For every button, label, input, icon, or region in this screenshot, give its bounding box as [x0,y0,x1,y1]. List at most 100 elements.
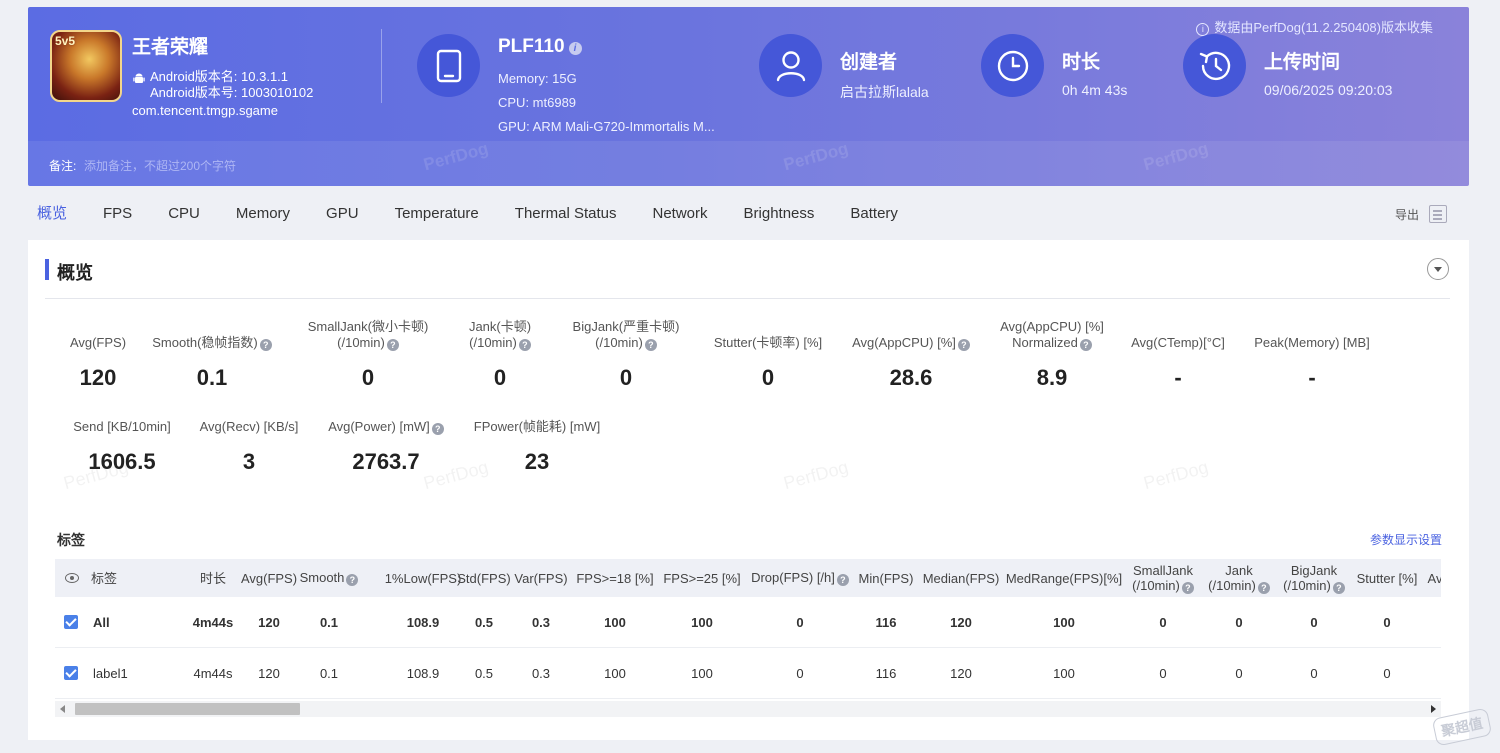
header-label-line: Min(FPS) [858,570,914,586]
header-cell-label: Avg(FPS) [241,571,297,586]
metric-value: 23 [524,449,550,474]
device-info-icon[interactable]: i [568,42,582,55]
header-cell-label: Drop(FPS) [/h]? [751,570,849,586]
help-icon[interactable]: ? [1079,339,1092,351]
metric-label-text: (/10min) [595,335,643,350]
divider [45,298,1450,299]
history-icon [1199,51,1230,80]
table-row[interactable]: All 4m44s 120 0.1 108.9 0.5 0.3 100 100 0 116 120 10… [55,597,1441,648]
tab-cpu[interactable]: CPU [168,204,200,226]
header-label-text: (/10min) [1208,577,1256,593]
header-label-line: Std(FPS) [457,570,511,586]
table-cell: 100 [604,614,626,630]
app-icon: 5v5 [50,30,122,102]
tab-battery[interactable]: Battery [850,204,898,226]
header-label-line: (/10min)? [1132,578,1194,594]
tab-network[interactable]: Network [653,204,708,226]
metric-label: Peak(Memory) [MB] [1232,335,1392,351]
header-cell-label: Jank (/10min)? [1208,563,1270,594]
scroll-right-icon[interactable] [1431,705,1436,713]
overview-panel: 概览 PerfDog PerfDog PerfDog PerfDog Avg(F… [28,240,1469,740]
help-icon[interactable]: ? [1181,581,1194,594]
help-icon[interactable]: ? [259,339,272,351]
table-cell: 0 [1383,614,1391,630]
header-cell: SmallJank (/10min)? [1127,559,1199,597]
metric-label-text: Avg(FPS) [69,335,127,350]
tags-title: 标签 [57,532,85,548]
header-cell: FPS>=18 [%] [573,559,657,597]
table-cell: 0.1 [319,614,339,630]
phone-icon [436,49,461,82]
row-checkbox-cell [64,597,78,647]
header-cell: Av [1425,559,1441,597]
header-cell-label: Var(FPS) [514,571,567,586]
table-cell: 0.1 [319,665,339,681]
metric-value: 0 [761,365,775,390]
metric-label: Avg(Power) [mW]? [306,419,466,435]
metric-label-text: Avg(Recv) [KB/s] [199,419,299,434]
help-icon[interactable]: ? [957,339,970,351]
table-cell: 100 [1053,614,1075,630]
metric: Avg(Power) [mW]? 2763.7 [306,419,466,475]
header-label-line: Median(FPS) [922,570,1000,586]
tab-thermal-status[interactable]: Thermal Status [515,204,617,226]
metric: Peak(Memory) [MB] - [1232,319,1392,391]
tab-brightness[interactable]: Brightness [744,204,815,226]
tab-memory[interactable]: Memory [236,204,290,226]
tab-fps[interactable]: FPS [103,204,132,226]
header-cell-label: 1%Low(FPS) [385,571,462,586]
param-settings-link[interactable]: 参数显示设置 [1370,531,1442,548]
tab-overview[interactable]: 概览 [37,204,67,226]
upload-value: 09/06/2025 09:20:03 [1264,82,1393,98]
header-cell-label: Std(FPS) [457,571,510,586]
header-cell-label: BigJank (/10min)? [1283,563,1345,594]
header-label-line: 标签 [91,570,118,586]
help-icon[interactable]: ? [1332,581,1345,594]
data-source-notice: i 数据由PerfDog(11.2.250408)版本收集 [1196,17,1433,36]
scroll-left-icon[interactable] [60,705,65,713]
tab-gpu[interactable]: GPU [326,204,359,226]
table-cell: 0 [1310,665,1318,681]
header-cell: 时长 [190,559,236,597]
table-cell: 0 [796,614,804,630]
row-checkbox-cell [64,648,78,698]
header-cell: Avg(FPS) [241,559,297,597]
table-cell: 0.5 [474,665,494,681]
device-memory: Memory: 15G [498,71,577,86]
checkbox[interactable] [64,666,78,680]
eye-icon[interactable] [65,573,79,583]
scroll-thumb[interactable] [75,703,300,715]
help-icon[interactable]: ? [644,339,657,351]
table-cell: 116 [875,665,897,681]
table-cell: 0 [1159,614,1167,630]
duration-icon-circle [981,34,1044,97]
metric-label: Stutter(卡顿率) [%] [688,335,848,351]
metric-label: FPower(帧能耗) [mW] [457,419,617,435]
help-icon[interactable]: ? [518,339,531,351]
collapse-button[interactable] [1427,258,1449,280]
header-cell-label: Smooth? [300,570,359,586]
help-icon[interactable]: ? [1257,581,1270,594]
metric-label-text: Stutter(卡顿率) [%] [713,335,823,350]
header-cell: MedRange(FPS)[%] [1004,559,1124,597]
export-icon[interactable] [1429,205,1447,223]
tab-temperature[interactable]: Temperature [395,204,479,226]
checkbox[interactable] [64,615,78,629]
remark-input[interactable]: 添加备注，不超过200个字符 [84,157,236,174]
export-button[interactable]: 导出 [1395,205,1447,223]
metric: FPower(帧能耗) [mW] 23 [457,419,617,475]
help-icon[interactable]: ? [386,339,399,351]
help-icon[interactable]: ? [346,574,359,586]
header-cell: Smooth? [300,559,359,597]
horizontal-scrollbar[interactable] [55,701,1441,717]
metric: Avg(AppCPU) [%]? 28.6 [831,319,991,391]
help-icon[interactable]: ? [836,574,849,586]
device-gpu: GPU: ARM Mali-G720-Immortalis M... [498,119,715,134]
table-cell: 120 [258,614,280,630]
help-icon[interactable]: ? [431,423,444,435]
metric-label-text: Avg(Power) [mW] [328,419,430,434]
header-label-line: (/10min)? [1283,578,1345,594]
table-row[interactable]: label1 4m44s 120 0.1 108.9 0.5 0.3 100 100 0 116 12… [55,648,1441,699]
header-cell-label: MedRange(FPS)[%] [1006,571,1122,586]
row-label: All [93,614,110,630]
